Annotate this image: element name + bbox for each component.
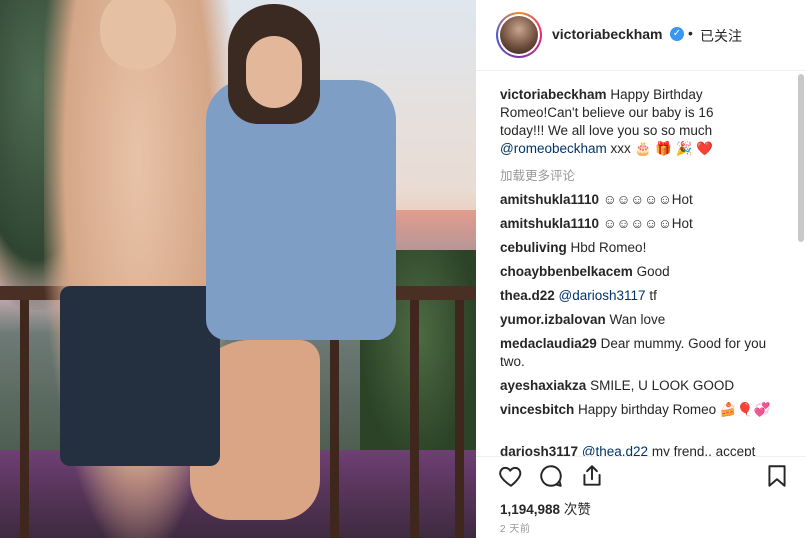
comments-scrollbar[interactable] [798,74,804,242]
comment-mention[interactable]: @dariosh3117 [559,288,646,303]
comment-item: choaybbenbelkacem Good [500,263,780,281]
avatar-image [500,16,538,54]
likes-count[interactable]: 1,194,988 次赞 [500,498,591,518]
post-author-username[interactable]: victoriabeckham [552,26,663,42]
comments-list[interactable]: victoriabeckham Happy Birthday Romeo!Can… [476,70,794,456]
bookmark-icon[interactable] [764,463,790,489]
comment-username[interactable]: thea.d22 [500,288,555,303]
woman-face-shape [246,36,302,108]
railing-post [455,300,464,538]
separator-dot: • [688,25,693,41]
comment-item: yumor.izbalovan Wan love [500,311,780,329]
comment-username[interactable]: amitshukla1110 [500,216,599,231]
post-caption: victoriabeckham Happy Birthday Romeo!Can… [500,86,750,158]
post-side-panel: victoriabeckham ✓ • 已关注 victoriabeckham … [476,0,806,538]
comment-text: Happy birthday Romeo 🍰🎈💞 [578,402,771,417]
comment-text: ☺☺☺☺☺Hot [602,192,693,207]
avatar-border [498,14,540,56]
comment-username[interactable]: medaclaudia29 [500,336,597,351]
comment-item: medaclaudia29 Dear mummy. Good for you t… [500,335,770,371]
avatar[interactable] [496,12,542,58]
comment-username[interactable]: amitshukla1110 [500,192,599,207]
heart-icon[interactable] [498,463,524,489]
share-icon[interactable] [579,463,605,489]
post-header: victoriabeckham ✓ • 已关注 [476,0,806,71]
comment-text: SMILE, U LOOK GOOD [590,378,735,393]
comment-username[interactable]: vincesbitch [500,402,574,417]
comment-username[interactable]: yumor.izbalovan [500,312,606,327]
comment-item: dariosh3117 @thea.d22 my frend.. accept [500,443,780,456]
comment-username[interactable]: ayeshaxiakza [500,378,586,393]
comment-text: Hbd Romeo! [570,240,647,255]
comment-username[interactable]: choaybbenbelkacem [500,264,633,279]
likes-unit: 次赞 [563,502,591,517]
comment-text: tf [649,288,657,303]
likes-number: 1,194,988 [500,502,561,517]
caption-username[interactable]: victoriabeckham [500,87,607,102]
caption-mention[interactable]: @romeobeckham [500,141,607,156]
comment-item: amitshukla1110 ☺☺☺☺☺Hot [500,191,780,209]
comment-text: Wan love [609,312,666,327]
comment-text: Good [636,264,670,279]
comment-text: my frend.. accept [651,444,756,456]
post-actions-bar: 1,194,988 次赞 2 天前 [476,456,806,539]
comment-item: thea.d22 @dariosh3117 tf [500,287,780,305]
verified-badge-icon: ✓ [670,27,684,41]
post-photo[interactable] [0,0,476,538]
comment-mention[interactable]: @thea.d22 [582,444,648,456]
comment-icon[interactable] [538,463,564,489]
comment-item: vincesbitch Happy birthday Romeo 🍰🎈💞 [500,401,780,419]
load-more-comments-button[interactable]: 加载更多评论 [500,165,575,184]
railing-post [410,300,419,538]
caption-tail: xxx 🎂 🎁 🎉 ❤️ [606,141,714,156]
comment-text: ☺☺☺☺☺Hot [602,216,693,231]
comment-username[interactable]: cebuliving [500,240,567,255]
railing-post [20,300,29,538]
comment-item: cebuliving Hbd Romeo! [500,239,780,257]
comment-item: amitshukla1110 ☺☺☺☺☺Hot [500,215,780,233]
comment-username[interactable]: dariosh3117 [500,444,578,456]
follow-status-button[interactable]: 已关注 [700,26,742,46]
boy-shorts-shape [60,286,220,466]
comment-item: ayeshaxiakza SMILE, U LOOK GOOD [500,377,780,395]
post-timestamp[interactable]: 2 天前 [500,520,530,535]
